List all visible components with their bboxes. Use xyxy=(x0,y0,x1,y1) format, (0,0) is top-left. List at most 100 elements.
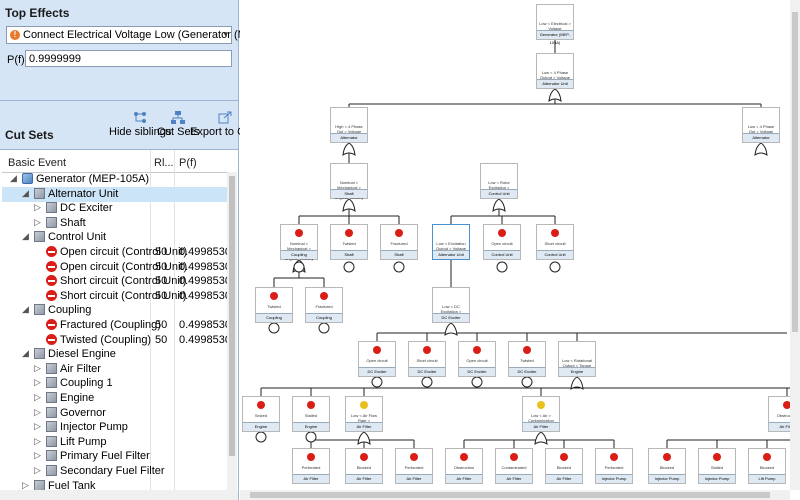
fault-tree-node[interactable]: Twisted Shaft xyxy=(330,224,368,260)
basic-event-label: Alternator Unit xyxy=(48,187,119,200)
scrollbar-thumb[interactable] xyxy=(792,12,798,332)
failure-mode-icon xyxy=(498,229,506,237)
expander-closed-icon[interactable]: ▷ xyxy=(34,202,41,213)
fault-tree-node[interactable]: Fractured Coupling xyxy=(305,287,343,323)
tree-row[interactable]: ▷ DC Exciter xyxy=(2,201,228,216)
tree-row[interactable]: ▷ Secondary Fuel Filter xyxy=(2,464,228,479)
fault-tree-node[interactable]: Low < 4 Phase Output > Voltage Alternator… xyxy=(536,53,574,89)
tree-row[interactable]: ▷ Engine xyxy=(2,391,228,406)
tree-row[interactable]: ▷ Governor xyxy=(2,406,228,421)
failure-icon xyxy=(46,319,57,330)
fault-tree-node[interactable]: Nominal < Mechanical > Rotational Angula… xyxy=(280,224,318,261)
tree-row[interactable]: ◢ Diesel Engine xyxy=(2,347,228,362)
expander-closed-icon[interactable]: ▷ xyxy=(34,450,41,461)
tree-row[interactable]: ◢ Control Unit xyxy=(2,230,228,245)
component-icon xyxy=(46,377,57,389)
tree-row[interactable]: ◢ Alternator Unit xyxy=(2,186,228,202)
fault-tree-node[interactable]: Blocked Lift Pump xyxy=(748,448,786,484)
expander-open-icon[interactable]: ◢ xyxy=(22,188,29,199)
expander-open-icon[interactable]: ◢ xyxy=(22,348,29,359)
fault-tree-node[interactable]: Stalled Injector Pump xyxy=(698,448,736,484)
fault-tree-diagram[interactable]: Low < Electrical > Voltage Generator (MEP… xyxy=(240,0,800,500)
fault-tree-node[interactable]: Obstruction Air Filter xyxy=(445,448,483,484)
node-component: Coupling xyxy=(281,250,317,259)
expander-closed-icon[interactable]: ▷ xyxy=(34,217,41,228)
fault-tree-node[interactable]: Fractured Shaft xyxy=(380,224,418,260)
diagram-vertical-scrollbar[interactable] xyxy=(790,0,800,490)
pf-input[interactable] xyxy=(25,50,232,67)
fault-tree-node[interactable]: Open circuit DC Exciter xyxy=(358,341,396,377)
tree-row[interactable]: Short circuit (Control Unit) 50 0.4998530 xyxy=(2,289,231,304)
node-component: Injector Pump xyxy=(699,474,735,483)
fault-tree-node[interactable]: Twisted Coupling xyxy=(255,287,293,323)
node-component: DC Exciter xyxy=(359,367,395,376)
tree-row[interactable]: ◢ Coupling xyxy=(2,303,228,318)
node-description: Perforated xyxy=(604,465,624,470)
scrollbar-thumb[interactable] xyxy=(229,176,235,456)
expander-open-icon[interactable]: ◢ xyxy=(22,304,29,315)
fault-tree-node[interactable]: Low < Rotor Excitation > VoltageControl … xyxy=(480,163,518,199)
node-component: Control Unit xyxy=(484,250,520,259)
horizontal-scrollbar[interactable] xyxy=(0,490,238,500)
column-rl[interactable]: Rl... xyxy=(154,157,174,169)
expander-closed-icon[interactable]: ▷ xyxy=(34,392,41,403)
column-pf[interactable]: P(f) xyxy=(179,157,197,169)
expander-closed-icon[interactable]: ▷ xyxy=(22,480,29,491)
tree-row[interactable]: ◢ Generator (MEP-105A) xyxy=(2,172,228,187)
fault-tree-node[interactable]: Low < Excitation Output > Voltage Alterna… xyxy=(432,224,470,260)
tree-row[interactable]: Short circuit (Control Unit) 50 0.4998530 xyxy=(2,274,231,289)
column-basic-event[interactable]: Basic Event xyxy=(8,157,66,169)
tree-row[interactable]: ▷ Injector Pump xyxy=(2,420,228,435)
fault-tree-node[interactable]: Blocked Air Filter xyxy=(345,448,383,484)
fault-tree-node[interactable]: Low < Air > Contamination Air Filter xyxy=(522,396,560,432)
top-effect-select[interactable]: ! Connect Electrical Voltage Low (Genera… xyxy=(6,26,298,44)
failure-mode-icon xyxy=(460,453,468,461)
fault-tree-node[interactable]: Low < 4 Phase Out > Voltage Alternator xyxy=(742,107,780,143)
fault-tree-node[interactable]: Blocked Air Filter xyxy=(545,448,583,484)
fault-tree-node[interactable]: Short circuit DC Exciter xyxy=(408,341,446,377)
fault-tree-node[interactable]: Short circuit Control Unit xyxy=(536,224,574,260)
chevron-down-icon[interactable]: ▾ xyxy=(223,29,228,40)
tree-row[interactable]: ▷ Coupling 1 xyxy=(2,376,228,391)
expander-closed-icon[interactable]: ▷ xyxy=(34,377,41,388)
diagram-horizontal-scrollbar[interactable] xyxy=(240,490,790,500)
expander-closed-icon[interactable]: ▷ xyxy=(34,363,41,374)
expander-closed-icon[interactable]: ▷ xyxy=(34,421,41,432)
tree-row[interactable]: Fractured (Coupling) 50 0.4998530 xyxy=(2,318,231,333)
failure-icon xyxy=(46,246,57,257)
tree-row[interactable]: Twisted (Coupling) 50 0.4998530 xyxy=(2,333,231,348)
fault-tree-node[interactable]: Nominal < Mechanical > Rotational Angula… xyxy=(330,163,368,200)
vertical-scrollbar[interactable] xyxy=(227,172,237,490)
tree-row[interactable]: ▷ Primary Fuel Filter xyxy=(2,449,228,464)
fault-tree-node[interactable]: Twisted DC Exciter xyxy=(508,341,546,377)
failure-mode-icon xyxy=(473,346,481,354)
node-component: Control Unit xyxy=(481,189,517,198)
fault-tree-node[interactable]: Low < DC Excitation > VoltageDC Exciter xyxy=(432,287,470,323)
fault-tree-node[interactable]: Contaminated Air Filter xyxy=(495,448,533,484)
scrollbar-thumb[interactable] xyxy=(250,492,770,498)
fault-tree-node[interactable]: Stalled Engine xyxy=(292,396,330,432)
fault-tree-node[interactable]: Low < Air Flow Rate > Air Filter xyxy=(345,396,383,432)
fault-tree-node[interactable]: Blocked Injector Pump xyxy=(648,448,686,484)
expander-open-icon[interactable]: ◢ xyxy=(10,173,17,184)
tree-row[interactable]: ▷ Air Filter xyxy=(2,362,228,377)
tree-row[interactable]: Open circuit (Control Unit) 50 0.4998530 xyxy=(2,260,231,275)
fault-tree-node[interactable]: High < 4 Phase Out > Voltage Alternator xyxy=(330,107,368,143)
node-description: Perforated xyxy=(301,465,321,470)
fault-tree-node[interactable]: Perforated Air Filter xyxy=(292,448,330,484)
fault-tree-node[interactable]: Seized Engine xyxy=(242,396,280,432)
expander-closed-icon[interactable]: ▷ xyxy=(34,436,41,447)
fault-tree-node[interactable]: Low < Electrical > Voltage Generator (MEP… xyxy=(536,4,574,45)
tree-row[interactable]: Open circuit (Control Unit) 50 0.4998530 xyxy=(2,245,231,260)
expander-open-icon[interactable]: ◢ xyxy=(22,231,29,242)
expander-closed-icon[interactable]: ▷ xyxy=(34,465,41,476)
fault-tree-node[interactable]: Perforated Air Filter xyxy=(395,448,433,484)
tree-row[interactable]: ▷ Shaft xyxy=(2,216,228,231)
fault-tree-node[interactable]: Open circuit Control Unit xyxy=(483,224,521,260)
tree-row[interactable]: ▷ Lift Pump xyxy=(2,435,228,450)
component-icon xyxy=(46,465,57,476)
fault-tree-node[interactable]: Low < Rotational Output > Torque Engine xyxy=(558,341,596,377)
fault-tree-node[interactable]: Open circuit DC Exciter xyxy=(458,341,496,377)
expander-closed-icon[interactable]: ▷ xyxy=(34,407,41,418)
fault-tree-node[interactable]: Perforated Injector Pump xyxy=(595,448,633,484)
